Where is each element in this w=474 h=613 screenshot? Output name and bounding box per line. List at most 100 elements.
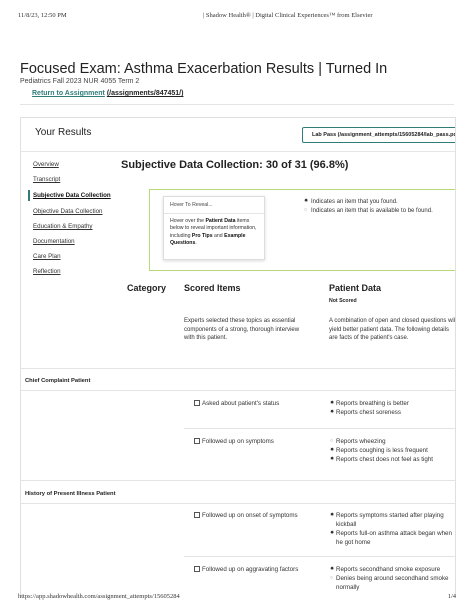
hover-text-part: . bbox=[195, 239, 197, 246]
checkbox-icon bbox=[194, 400, 200, 406]
available-circle-icon: ○ bbox=[330, 574, 334, 581]
patient-data-text: Reports wheezing bbox=[336, 438, 386, 445]
row-divider bbox=[184, 556, 455, 557]
patient-data-list: ✸ Reports secondhand smoke exposure ○ Deni… bbox=[330, 566, 455, 593]
patient-data-text: Denies being around secondhand smoke nor… bbox=[336, 574, 449, 591]
checkbox-icon bbox=[194, 438, 200, 444]
patient-data-item[interactable]: ✸ Reports full-on asthma attack began whe… bbox=[330, 529, 455, 548]
legend: ✸ Indicates an item that you found. ○ In… bbox=[304, 198, 454, 216]
print-url: https://app.shadowhealth.com/assignment_… bbox=[18, 593, 180, 600]
patient-data-text: Reports symptoms started after playing k… bbox=[336, 512, 444, 528]
sidebar-item-documentation[interactable]: Documentation bbox=[33, 238, 75, 245]
section-title: Subjective Data Collection: 30 of 31 (96… bbox=[121, 159, 349, 171]
hover-info-box: Hover To Reveal... Hover over the Patien… bbox=[149, 189, 455, 271]
hover-tip-title: Hover To Reveal... bbox=[170, 202, 213, 208]
scored-item-label: Followed up on symptoms bbox=[202, 438, 274, 445]
available-circle-icon: ○ bbox=[330, 438, 334, 444]
course-subtitle: Pediatrics Fall 2023 NUR 4055 Term 2 bbox=[20, 78, 140, 85]
found-check-icon: ✸ bbox=[330, 455, 335, 462]
legend-found-text: Indicates an item that you found. bbox=[311, 199, 398, 205]
scored-item-label: Asked about patient's status bbox=[202, 400, 280, 407]
sidebar-item-education-empathy[interactable]: Education & Empathy bbox=[33, 223, 93, 230]
patient-data-text: Reports chest does not feel as tight bbox=[336, 455, 433, 463]
sidebar-item-reflection[interactable]: Reflection bbox=[33, 268, 61, 275]
return-link-text: Return to Assignment bbox=[32, 90, 105, 97]
checkbox-icon bbox=[194, 566, 200, 572]
patient-data-item[interactable]: ✸ Reports coughing is less frequent bbox=[330, 446, 455, 456]
sidebar-item-transcript[interactable]: Transcript bbox=[33, 176, 60, 183]
patient-data-text: Reports chest soreness bbox=[336, 408, 401, 416]
hover-text-part: and bbox=[212, 232, 225, 239]
sidebar-item-subjective-data-collection[interactable]: Subjective Data Collection bbox=[33, 192, 111, 199]
scored-items-explanation: Experts selected these topics as essenti… bbox=[184, 318, 300, 342]
print-site-title: | Shadow Health® | Digital Clinical Expe… bbox=[203, 12, 373, 19]
patient-data-item[interactable]: ✸ Reports breathing is better bbox=[330, 400, 455, 409]
sidebar-item-care-plan[interactable]: Care Plan bbox=[33, 253, 61, 260]
column-headers: Category Scored Items Patient Data Not S… bbox=[121, 283, 455, 311]
patient-data-text: Reports coughing is less frequent bbox=[336, 446, 428, 454]
patient-data-header: Patient Data bbox=[329, 283, 382, 293]
print-page-number: 1/4 bbox=[447, 593, 456, 600]
print-header: 11/8/23, 12:50 PM | Shadow Health® | Dig… bbox=[18, 12, 456, 24]
hover-text-part: Hover over the bbox=[170, 218, 206, 224]
available-circle-icon: ○ bbox=[304, 207, 308, 214]
patient-data-list: ✸ Reports breathing is better ✸ Reports ch… bbox=[330, 400, 455, 418]
found-check-icon: ✸ bbox=[330, 408, 335, 415]
print-datetime: 11/8/23, 12:50 PM bbox=[18, 12, 67, 19]
patient-data-item[interactable]: ✸ Reports symptoms started after playing … bbox=[330, 512, 455, 530]
scored-item: Followed up on aggravating factors bbox=[194, 566, 298, 573]
scored-item: Followed up on onset of symptoms bbox=[194, 512, 298, 519]
group-divider bbox=[21, 390, 455, 391]
sidebar-active-indicator bbox=[28, 190, 30, 201]
hover-tip-text: Hover over the Patient Data items below … bbox=[170, 218, 258, 247]
category-header: Category bbox=[127, 283, 167, 293]
hover-text-bold: Patient Data bbox=[205, 218, 236, 224]
scored-item-label: Followed up on aggravating factors bbox=[202, 566, 299, 573]
header-divider bbox=[20, 104, 454, 105]
page-title: Focused Exam: Asthma Exacerbation Result… bbox=[20, 61, 388, 77]
legend-available: ○ Indicates an item that is available to… bbox=[304, 207, 454, 215]
legend-found: ✸ Indicates an item that you found. bbox=[304, 198, 454, 206]
hover-text-bold: Pro Tips bbox=[191, 232, 213, 239]
patient-data-item[interactable]: ○ Denies being around secondhand smoke no… bbox=[330, 574, 455, 593]
found-check-icon: ✸ bbox=[304, 198, 309, 204]
found-check-icon: ✸ bbox=[330, 446, 335, 453]
group-divider bbox=[21, 503, 455, 504]
hover-tip-divider bbox=[164, 213, 264, 214]
results-header: Your Results Lab Pass (/assignment_attem… bbox=[21, 118, 455, 152]
group-chief-complaint: Chief Complaint Patient bbox=[25, 378, 91, 384]
group-history-present-illness: History of Present Illness Patient bbox=[25, 491, 116, 497]
patient-data-item[interactable]: ○ Reports wheezing bbox=[330, 438, 455, 447]
results-panel: Your Results Lab Pass (/assignment_attem… bbox=[20, 117, 456, 597]
found-check-icon: ✸ bbox=[330, 566, 335, 572]
patient-data-item[interactable]: ✸ Reports secondhand smoke exposure bbox=[330, 566, 455, 575]
patient-data-explanation: A combination of open and closed questio… bbox=[329, 318, 456, 342]
return-link-path: (/assignments/847451/) bbox=[106, 90, 184, 97]
not-scored-label: Not Scored bbox=[329, 298, 357, 304]
sidebar-item-overview[interactable]: Overview bbox=[33, 161, 59, 168]
patient-data-item[interactable]: ✸ Reports chest soreness bbox=[330, 408, 455, 418]
group-divider bbox=[21, 368, 455, 369]
row-divider bbox=[184, 428, 455, 429]
print-footer: https://app.shadowhealth.com/assignment_… bbox=[18, 593, 456, 605]
patient-data-text: Reports secondhand smoke exposure bbox=[336, 566, 441, 573]
scored-item-label: Followed up on onset of symptoms bbox=[202, 512, 298, 519]
patient-data-item[interactable]: ✸ Reports chest does not feel as tight bbox=[330, 455, 455, 465]
patient-data-list: ○ Reports wheezing ✸ Reports coughing is l… bbox=[330, 438, 455, 465]
found-check-icon: ✸ bbox=[330, 400, 335, 406]
your-results-heading: Your Results bbox=[35, 127, 92, 138]
found-check-icon: ✸ bbox=[330, 529, 335, 536]
found-check-icon: ✸ bbox=[330, 512, 335, 518]
patient-data-list: ✸ Reports symptoms started after playing … bbox=[330, 512, 455, 548]
scored-items-header: Scored Items bbox=[184, 283, 241, 293]
lab-pass-button[interactable]: Lab Pass (/assignment_attempts/15605284/… bbox=[302, 127, 455, 143]
scored-item: Asked about patient's status bbox=[194, 400, 279, 407]
scored-item: Followed up on symptoms bbox=[194, 438, 274, 445]
patient-data-text: Reports full-on asthma attack began when… bbox=[336, 529, 452, 546]
return-to-assignment-link[interactable]: Return to Assignment (/assignments/84745… bbox=[32, 90, 183, 97]
patient-data-text: Reports breathing is better bbox=[336, 400, 409, 407]
group-divider bbox=[21, 480, 455, 481]
sidebar-item-objective-data-collection[interactable]: Objective Data Collection bbox=[33, 208, 102, 215]
hover-tip-card: Hover To Reveal... Hover over the Patien… bbox=[163, 196, 265, 260]
checkbox-icon bbox=[194, 512, 200, 518]
